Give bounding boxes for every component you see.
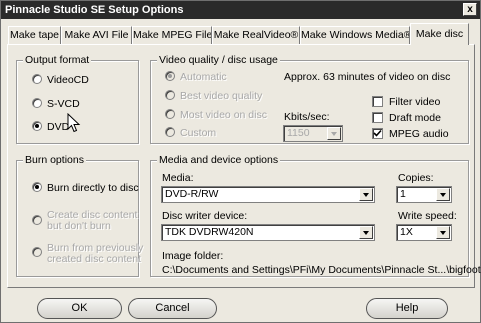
custom-label[interactable]: Custom <box>180 127 216 139</box>
output-format-title: Output format <box>23 54 92 66</box>
custom-radio[interactable] <box>165 127 175 137</box>
videocd-label[interactable]: VideoCD <box>47 74 89 86</box>
dvd-label[interactable]: DVD <box>47 121 69 133</box>
video-quality-title: Video quality / disc usage <box>157 54 280 66</box>
most-video-radio[interactable] <box>165 109 175 119</box>
help-button[interactable]: Help <box>366 298 448 319</box>
draft-mode-label[interactable]: Draft mode <box>389 112 441 124</box>
checkmark-icon <box>373 129 382 137</box>
chevron-down-icon[interactable] <box>359 226 373 239</box>
image-folder-label: Image folder: <box>162 250 224 262</box>
writer-label: Disc writer device: <box>162 210 248 222</box>
setup-options-dialog: Pinnacle Studio SE Setup Options x Make … <box>0 0 481 323</box>
videocd-radio[interactable] <box>32 74 42 84</box>
tab-make-windows-media[interactable]: Make Windows Media® <box>300 26 410 44</box>
most-video-label[interactable]: Most video on disc <box>180 109 267 121</box>
media-label: Media: <box>162 172 194 184</box>
copies-select[interactable]: 1 <box>396 186 452 203</box>
filter-video-checkbox[interactable] <box>372 96 383 107</box>
tab-make-mpeg-file[interactable]: Make MPEG File <box>132 26 212 44</box>
approx-minutes-text: Approx. 63 minutes of video on disc <box>284 71 451 83</box>
tab-make-avi-file[interactable]: Make AVI File <box>61 26 132 44</box>
window-title: Pinnacle Studio SE Setup Options <box>5 4 184 16</box>
chevron-down-icon[interactable] <box>436 226 450 239</box>
write-speed-label: Write speed: <box>398 210 457 222</box>
best-quality-radio[interactable] <box>165 90 175 100</box>
kbits-select[interactable]: 1150 <box>283 125 343 142</box>
media-select[interactable]: DVD-R/RW <box>161 186 375 203</box>
create-disc-content-label-line2[interactable]: but don't burn <box>47 220 111 232</box>
automatic-radio[interactable] <box>165 71 175 81</box>
dvd-radio[interactable] <box>32 121 42 131</box>
burn-from-previous-label-line2[interactable]: created disc content <box>47 253 141 265</box>
title-bar: Pinnacle Studio SE Setup Options x <box>1 1 480 19</box>
chevron-down-icon[interactable] <box>327 127 341 140</box>
burn-directly-label[interactable]: Burn directly to disc <box>47 182 139 194</box>
burn-from-previous-radio[interactable] <box>32 247 42 257</box>
tab-make-realvideo[interactable]: Make RealVideo® <box>212 26 300 44</box>
kbits-label: Kbits/sec: <box>284 111 330 123</box>
mouse-pointer-icon <box>67 113 81 133</box>
draft-mode-checkbox[interactable] <box>372 112 383 123</box>
tab-make-disc[interactable]: Make disc <box>410 23 469 45</box>
burn-directly-radio[interactable] <box>32 182 42 192</box>
burn-options-title: Burn options <box>23 154 86 166</box>
writer-select[interactable]: TDK DVDRW420N <box>161 224 375 241</box>
filter-video-label[interactable]: Filter video <box>389 96 440 108</box>
close-button[interactable]: x <box>463 3 477 16</box>
cancel-button[interactable]: Cancel <box>128 298 217 319</box>
chevron-down-icon[interactable] <box>359 188 373 201</box>
image-folder-path: C:\Documents and Settings\PFi\My Documen… <box>162 264 481 276</box>
mpeg-audio-label[interactable]: MPEG audio <box>389 128 449 140</box>
create-disc-content-radio[interactable] <box>32 215 42 225</box>
copies-label: Copies: <box>398 172 434 184</box>
tab-make-tape[interactable]: Make tape <box>8 26 61 44</box>
media-device-title: Media and device options <box>157 154 281 166</box>
write-speed-select[interactable]: 1X <box>396 224 452 241</box>
automatic-label[interactable]: Automatic <box>180 71 227 83</box>
svcd-radio[interactable] <box>32 98 42 108</box>
ok-button[interactable]: OK <box>37 298 122 319</box>
mpeg-audio-checkbox[interactable] <box>372 128 383 139</box>
close-icon: x <box>467 4 473 15</box>
svcd-label[interactable]: S-VCD <box>47 98 80 110</box>
best-quality-label[interactable]: Best video quality <box>180 90 262 102</box>
chevron-down-icon[interactable] <box>436 188 450 201</box>
